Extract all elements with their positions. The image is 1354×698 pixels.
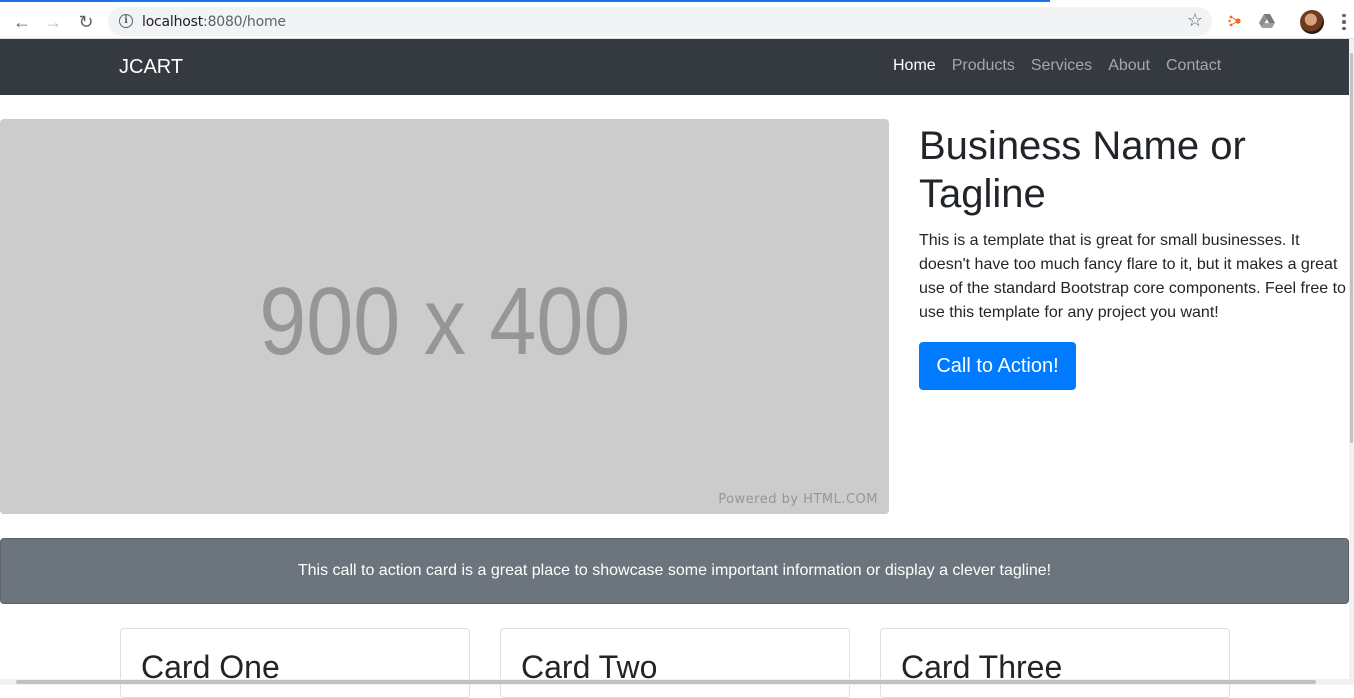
- hero-headline: Business Name or Tagline: [919, 124, 1246, 216]
- site-info-icon[interactable]: i: [119, 14, 133, 28]
- card-one: Card One: [120, 628, 470, 698]
- extension-share-icon[interactable]: [1226, 11, 1246, 31]
- cta-card-text: This call to action card is a great plac…: [297, 562, 1052, 579]
- nav-link-services[interactable]: Services: [1031, 57, 1092, 75]
- brand-logo[interactable]: JCART: [119, 56, 183, 79]
- powered-by-caption: Powered by HTML.COM: [718, 492, 878, 507]
- browser-menu-icon[interactable]: [1337, 11, 1351, 33]
- browser-toolbar: ← → ↻ i localhost:8080/home ☆: [0, 0, 1354, 39]
- address-bar[interactable]: i localhost:8080/home ☆: [108, 7, 1212, 36]
- hero-lead-text: This is a template that is great for sma…: [919, 232, 1346, 321]
- nav-link-products[interactable]: Products: [952, 57, 1015, 75]
- placeholder-dimensions: 900 x 400: [258, 268, 631, 375]
- url-host: localhost: [142, 14, 204, 30]
- site-navbar: JCART Home Products Services About Conta…: [0, 39, 1354, 95]
- reload-icon[interactable]: ↻: [75, 11, 97, 33]
- forward-icon[interactable]: →: [42, 11, 64, 33]
- bookmark-star-icon[interactable]: ☆: [1187, 10, 1203, 31]
- vertical-scrollbar[interactable]: [1349, 39, 1354, 685]
- drive-icon[interactable]: [1257, 11, 1277, 31]
- hero-placeholder-image: 900 x 400 Powered by HTML.COM: [0, 119, 889, 514]
- vertical-scroll-thumb[interactable]: [1350, 53, 1353, 443]
- profile-avatar[interactable]: [1300, 10, 1324, 34]
- placeholder-dimensions-wrap: 900 x 400: [0, 267, 889, 377]
- nav-link-contact[interactable]: Contact: [1166, 57, 1221, 75]
- cta-card: This call to action card is a great plac…: [0, 538, 1349, 604]
- nav-link-home[interactable]: Home: [893, 57, 936, 75]
- nav-links: Home Products Services About Contact: [893, 57, 1221, 75]
- back-icon[interactable]: ←: [11, 11, 33, 33]
- tab-load-indicator: [1050, 0, 1354, 2]
- card-three: Card Three: [880, 628, 1230, 698]
- nav-link-about[interactable]: About: [1108, 57, 1150, 75]
- horizontal-scrollbar[interactable]: [0, 679, 1354, 685]
- card-two: Card Two: [500, 628, 850, 698]
- url-text[interactable]: localhost:8080/home: [142, 14, 286, 30]
- url-path: :8080/home: [203, 14, 286, 30]
- horizontal-scroll-thumb[interactable]: [16, 680, 1316, 684]
- call-to-action-button[interactable]: Call to Action!: [919, 342, 1076, 390]
